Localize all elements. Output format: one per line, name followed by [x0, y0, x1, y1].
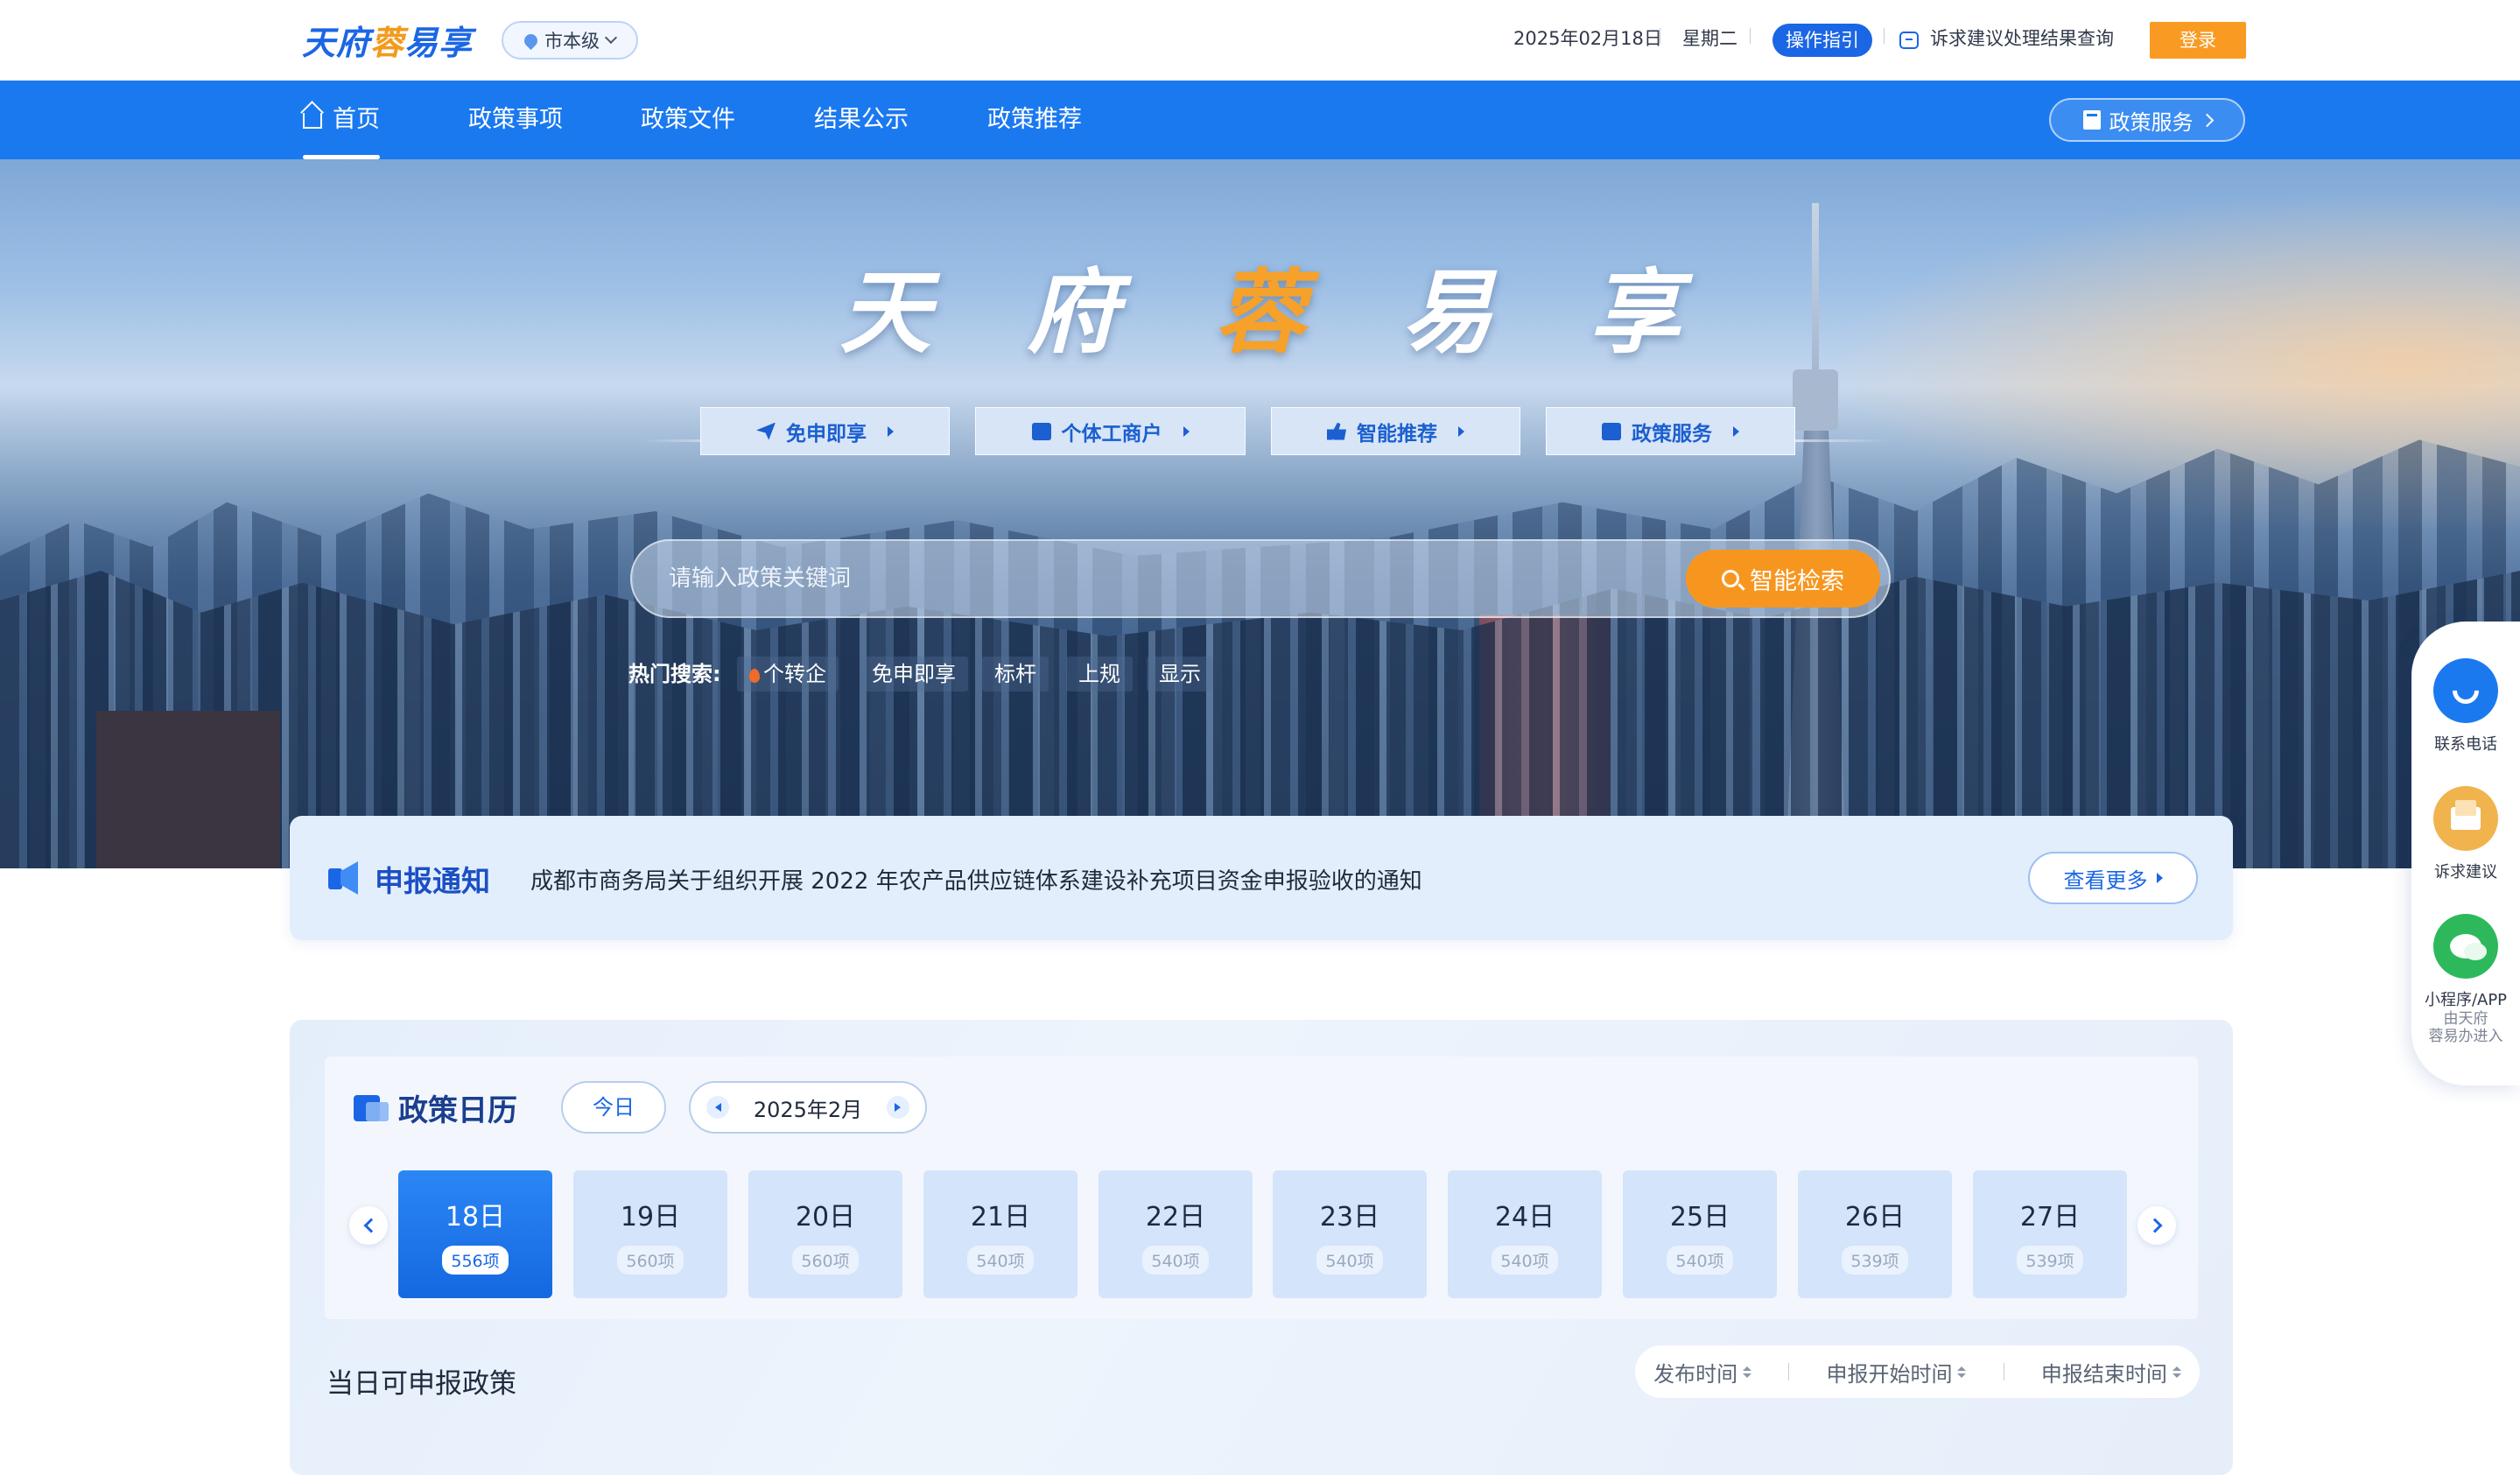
caret-right-icon [888, 425, 894, 437]
calendar-title: 政策日历 [398, 1093, 517, 1128]
thumbs-up-icon [1327, 422, 1346, 440]
month-label: 2025年2月 [753, 1097, 863, 1122]
calendar-card: 政策日历 今日 2025年2月 18日 556项 19日 560项 20日 560项 … [325, 1057, 2198, 1319]
search-icon [1722, 570, 1739, 587]
quick-link-policy-service[interactable]: 政策服务 [1546, 407, 1795, 455]
miniprogram-app-button[interactable]: 小程序/APP 由天府 蓉易办进入 [2411, 914, 2520, 1045]
message-icon [1899, 32, 1919, 49]
calendar-day[interactable]: 23日 540项 [1273, 1170, 1427, 1298]
store-icon [1031, 422, 1051, 440]
next-days-button[interactable] [2137, 1206, 2176, 1245]
building [96, 711, 280, 868]
quick-link-exempt-apply[interactable]: 免申即享 [700, 407, 950, 455]
quick-link-individual-business[interactable]: 个体工商户 [975, 407, 1246, 455]
month-selector: 2025年2月 [689, 1081, 927, 1134]
sort-publish-time[interactable]: 发布时间 [1653, 1357, 1752, 1387]
divider [1788, 1363, 1790, 1380]
suggestion-button[interactable]: 诉求建议 [2411, 786, 2520, 882]
calendar-day[interactable]: 21日 540项 [923, 1170, 1077, 1298]
notice-link[interactable]: 成都市商务局关于组织开展 2022 年农产品供应链体系建设补充项目资金申报验收的… [530, 863, 1422, 896]
hot-search-item[interactable]: 标杆 [982, 657, 1049, 692]
calendar-day[interactable]: 27日 539项 [1973, 1170, 2127, 1298]
sort-apply-start-time[interactable]: 申报开始时间 [1826, 1357, 1967, 1387]
nav-result-publicity[interactable]: 结果公示 [814, 81, 909, 159]
calendar-day[interactable]: 25日 540项 [1623, 1170, 1777, 1298]
megaphone-icon [328, 861, 358, 895]
policy-calendar-panel: 政策日历 今日 2025年2月 18日 556项 19日 560项 20日 560项 … [290, 1020, 2233, 1475]
hero-banner: 天府蓉易享 免申即享 个体工商户 智能推荐 政策服务 请输入政策关键词 智能检索… [0, 159, 2520, 868]
book-icon [1602, 422, 1621, 440]
region-level-label: 市本级 [544, 31, 600, 52]
calendar-day[interactable]: 22日 540项 [1099, 1170, 1253, 1298]
calendar-day[interactable]: 24日 540项 [1448, 1170, 1602, 1298]
application-notice-bar: 申报通知 成都市商务局关于组织开展 2022 年农产品供应链体系建设补充项目资金… [290, 816, 2233, 940]
sort-bar: 发布时间 申报开始时间 申报结束时间 [1635, 1345, 2200, 1398]
wechat-icon [2433, 914, 2498, 979]
policy-service-button[interactable]: 政策服务 [2049, 98, 2245, 142]
view-more-button[interactable]: 查看更多 [2028, 852, 2198, 904]
paper-plane-icon [756, 422, 776, 440]
mail-icon [2433, 786, 2498, 851]
location-pin-icon [521, 31, 541, 50]
nav-policy-documents[interactable]: 政策文件 [641, 81, 735, 159]
divider [1750, 28, 1751, 44]
nav-policy-recommend[interactable]: 政策推荐 [987, 81, 1082, 159]
operation-guide-button[interactable]: 操作指引 [1772, 24, 1872, 57]
calendar-day[interactable]: 26日 539项 [1798, 1170, 1952, 1298]
prev-days-button[interactable] [349, 1206, 388, 1245]
sort-icon [1743, 1366, 1752, 1378]
top-bar: 天府蓉易享 市本级 2025年02月18日 星期二 操作指引 诉求建议处理结果查… [0, 0, 2520, 81]
hot-search-item[interactable]: 上规 [1066, 657, 1133, 692]
calendar-day[interactable]: 18日 556项 [398, 1170, 552, 1298]
prev-month-button[interactable] [706, 1096, 729, 1119]
policy-search-box: 请输入政策关键词 智能检索 [630, 539, 1891, 618]
phone-icon [2433, 658, 2498, 723]
caret-right-icon [2156, 873, 2163, 883]
nav-policy-items[interactable]: 政策事项 [468, 81, 563, 159]
divider [1884, 28, 1885, 44]
complaint-result-link[interactable]: 诉求建议处理结果查询 [1930, 25, 2114, 51]
contact-phone-button[interactable]: 联系电话 [2411, 658, 2520, 755]
caret-right-icon [895, 1103, 902, 1112]
main-nav: 首页 政策事项 政策文件 结果公示 政策推荐 政策服务 [0, 81, 2520, 159]
tv-tower-pod [1793, 369, 1838, 431]
hot-search-item[interactable]: 个转企 [737, 657, 839, 692]
calendar-day[interactable]: 20日 560项 [748, 1170, 902, 1298]
current-date: 2025年02月18日 [1513, 28, 1662, 49]
chevron-right-icon [2200, 113, 2214, 127]
chevron-left-icon [363, 1218, 378, 1233]
smart-search-button[interactable]: 智能检索 [1686, 550, 1880, 608]
quick-link-smart-recommend[interactable]: 智能推荐 [1271, 407, 1520, 455]
hot-search-label: 热门搜索: [628, 662, 721, 686]
next-month-button[interactable] [886, 1096, 909, 1119]
chevron-down-icon [604, 31, 618, 45]
caret-right-icon [1733, 425, 1739, 437]
hot-search-item[interactable]: 免申即享 [860, 657, 968, 692]
caret-left-icon [714, 1103, 721, 1112]
sort-icon [1957, 1366, 1967, 1378]
notice-title: 申报通知 [375, 864, 490, 898]
right-float-panel: 联系电话 诉求建议 小程序/APP 由天府 蓉易办进入 [2411, 622, 2520, 1085]
today-button[interactable]: 今日 [561, 1081, 666, 1134]
login-button[interactable]: 登录 [2150, 22, 2246, 59]
current-weekday: 星期二 [1682, 28, 1737, 49]
fire-icon [749, 669, 760, 683]
caret-right-icon [1183, 425, 1190, 437]
home-icon [303, 113, 322, 129]
sort-apply-end-time[interactable]: 申报结束时间 [2041, 1357, 2181, 1387]
hero-title: 天府蓉易享 [839, 259, 1777, 366]
site-logo[interactable]: 天府蓉易享 [302, 16, 473, 64]
available-policies-heading: 当日可申报政策 [326, 1368, 516, 1400]
search-input[interactable]: 请输入政策关键词 [669, 541, 851, 616]
sort-icon [2172, 1366, 2181, 1378]
calendar-day[interactable]: 19日 560项 [573, 1170, 727, 1298]
hot-search-item[interactable]: 显示 [1147, 657, 1213, 692]
nav-home[interactable]: 首页 [303, 81, 380, 159]
book-icon [2082, 110, 2101, 130]
caret-right-icon [1458, 425, 1464, 437]
chevron-right-icon [2147, 1218, 2162, 1233]
calendar-icon [354, 1090, 389, 1121]
region-level-select[interactable]: 市本级 [502, 21, 638, 60]
